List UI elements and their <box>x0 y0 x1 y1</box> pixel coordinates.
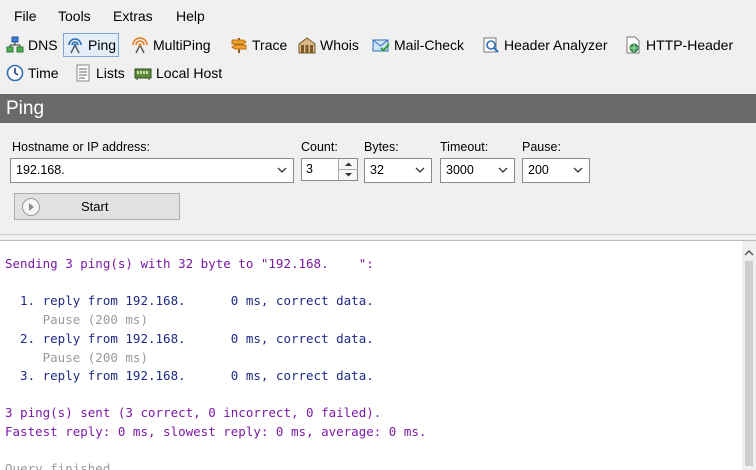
ping-form: Hostname or IP address: 192.168. Count: … <box>0 123 756 235</box>
tool-ping-label: Ping <box>88 37 117 53</box>
panel-title: Ping <box>0 94 756 123</box>
tool-whois-label: Whois <box>320 37 359 53</box>
count-label: Count: <box>301 140 338 154</box>
menu-extras[interactable]: Extras <box>113 8 153 24</box>
menu-tools[interactable]: Tools <box>58 8 91 24</box>
tool-dns-label: DNS <box>28 37 58 53</box>
tool-whois-button[interactable]: Whois <box>296 33 361 57</box>
tool-mail-check-button[interactable]: Mail-Check <box>370 33 466 57</box>
vertical-scrollbar[interactable] <box>742 241 756 470</box>
toolbar-row-1: DNS Ping MultiPing Trace Whois Mail-Chec… <box>0 33 756 59</box>
chevron-down-icon[interactable] <box>412 161 428 180</box>
tool-trace-label: Trace <box>252 37 288 53</box>
trace-icon <box>230 36 248 54</box>
output-footer: Query finished <box>5 461 111 470</box>
count-value: 3 <box>306 162 313 176</box>
header-analyzer-icon <box>482 36 500 54</box>
tool-http-header-button[interactable]: HTTP-Header <box>622 33 735 57</box>
http-header-icon <box>624 36 642 54</box>
tool-header-analyzer-label: Header Analyzer <box>504 37 608 53</box>
output-line: Pause (200 ms) <box>5 312 148 327</box>
lists-icon <box>74 64 92 82</box>
bytes-value: 32 <box>370 163 384 177</box>
tool-header-analyzer-button[interactable]: Header Analyzer <box>480 33 610 57</box>
tool-lists-button[interactable]: Lists <box>72 61 127 85</box>
hostname-label: Hostname or IP address: <box>12 140 151 154</box>
tool-multiping-button[interactable]: MultiPing <box>129 33 213 57</box>
bytes-label: Bytes: <box>364 140 399 154</box>
mail-check-icon <box>372 36 390 54</box>
hostname-combobox[interactable]: 192.168. <box>10 158 294 183</box>
tool-multiping-label: MultiPing <box>153 37 211 53</box>
timeout-label: Timeout: <box>440 140 489 154</box>
tool-time-label: Time <box>28 65 59 81</box>
toolbar-row-2: Time Lists Local Host <box>0 61 756 87</box>
timeout-value: 3000 <box>446 163 474 177</box>
tool-local-host-label: Local Host <box>156 65 223 81</box>
output-summary: 3 ping(s) sent (3 correct, 0 incorrect, … <box>5 405 382 420</box>
tool-local-host-button[interactable]: Local Host <box>132 61 224 85</box>
dns-icon <box>6 36 24 54</box>
output-panel[interactable]: Sending 3 ping(s) with 32 byte to "192.1… <box>0 240 756 470</box>
tool-lists-label: Lists <box>96 65 125 81</box>
pause-label: Pause: <box>522 140 561 154</box>
tool-trace-button[interactable]: Trace <box>228 33 289 57</box>
tool-http-header-label: HTTP-Header <box>646 37 734 53</box>
whois-icon <box>298 36 316 54</box>
bytes-select[interactable]: 32 <box>364 158 432 183</box>
chevron-down-icon[interactable] <box>495 161 511 180</box>
count-spin-buttons[interactable] <box>338 159 358 180</box>
output-line: 2. reply from 192.168. 0 ms, correct dat… <box>5 331 374 346</box>
chevron-down-icon[interactable] <box>274 161 290 180</box>
output-line: 1. reply from 192.168. 0 ms, correct dat… <box>5 293 374 308</box>
output-line: Pause (200 ms) <box>5 350 148 365</box>
local-host-icon <box>134 64 152 82</box>
output-line: 3. reply from 192.168. 0 ms, correct dat… <box>5 368 374 383</box>
count-stepper[interactable]: 3 <box>301 158 358 181</box>
tool-time-button[interactable]: Time <box>4 61 61 85</box>
play-icon <box>21 197 41 217</box>
tool-mail-check-label: Mail-Check <box>394 37 465 53</box>
clock-icon <box>6 64 24 82</box>
start-label: Start <box>81 199 109 214</box>
tool-dns-button[interactable]: DNS <box>4 33 60 57</box>
scroll-up-icon[interactable] <box>744 245 754 256</box>
scrollbar-thumb[interactable] <box>745 261 753 466</box>
tool-ping-button[interactable]: Ping <box>63 33 120 57</box>
ping-icon <box>66 36 84 54</box>
menu-bar: File Tools Extras Help <box>0 0 756 32</box>
pause-select[interactable]: 200 <box>522 158 590 183</box>
timeout-select[interactable]: 3000 <box>440 158 515 183</box>
multiping-icon <box>131 36 149 54</box>
menu-file[interactable]: File <box>14 8 37 24</box>
pause-value: 200 <box>528 163 549 177</box>
hostname-value: 192.168. <box>16 163 65 177</box>
chevron-down-icon[interactable] <box>570 161 586 180</box>
output-summary-times: Fastest reply: 0 ms, slowest reply: 0 ms… <box>5 424 427 439</box>
start-button[interactable]: Start <box>14 193 180 220</box>
output-header: Sending 3 ping(s) with 32 byte to "192.1… <box>5 256 374 271</box>
menu-help[interactable]: Help <box>176 8 205 24</box>
